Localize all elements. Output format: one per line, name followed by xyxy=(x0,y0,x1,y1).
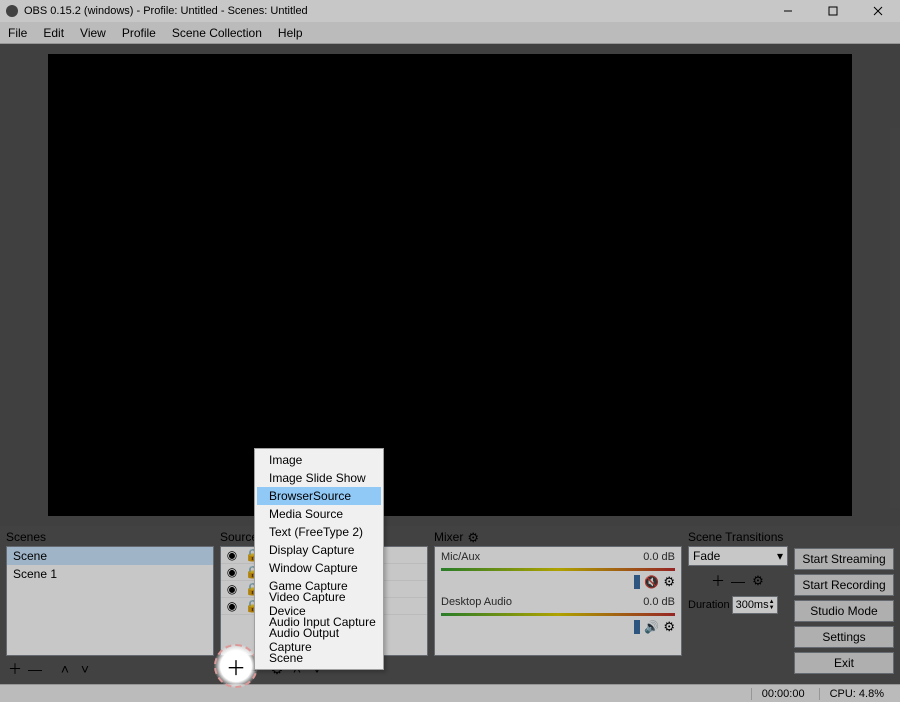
scene-row[interactable]: Scene xyxy=(7,547,213,565)
spin-down-icon[interactable]: ▼ xyxy=(769,605,775,611)
menu-file[interactable]: File xyxy=(0,22,35,44)
duration-field[interactable]: 300ms ▲ ▼ xyxy=(732,596,778,614)
visibility-icon[interactable]: ◉ xyxy=(225,599,239,613)
menu-profile[interactable]: Profile xyxy=(114,22,164,44)
transition-select[interactable]: Fade ▾ xyxy=(688,546,788,566)
mixer-label: Mixer xyxy=(434,530,463,546)
preview-canvas[interactable] xyxy=(48,54,852,516)
volume-slider[interactable] xyxy=(634,575,640,589)
volume-meter xyxy=(441,613,675,616)
status-cpu: CPU: 4.8% xyxy=(819,688,894,700)
mixer-panel: Mixer ⚙ Mic/Aux 0.0 dB 🔇 ⚙ Desktop Audio xyxy=(434,530,682,678)
status-time: 00:00:00 xyxy=(751,688,815,700)
remove-transition-button[interactable]: — xyxy=(729,572,747,590)
menu-view[interactable]: View xyxy=(72,22,114,44)
mixer-item-db: 0.0 dB xyxy=(643,551,675,563)
mixer-item-name: Desktop Audio xyxy=(441,596,512,608)
move-scene-up-button[interactable]: ˄ xyxy=(56,660,74,678)
window-title: OBS 0.15.2 (windows) - Profile: Untitled… xyxy=(24,5,308,17)
mixer-item-settings-icon[interactable]: ⚙ xyxy=(663,574,675,590)
studio-mode-button[interactable]: Studio Mode xyxy=(794,600,894,622)
duration-value: 300ms xyxy=(736,599,769,611)
dropdown-icon: ▾ xyxy=(777,549,783,563)
maximize-button[interactable] xyxy=(810,0,855,22)
menu-help[interactable]: Help xyxy=(270,22,311,44)
mixer-list: Mic/Aux 0.0 dB 🔇 ⚙ Desktop Audio 0.0 dB xyxy=(434,546,682,656)
transitions-label: Scene Transitions xyxy=(688,530,788,546)
titlebar: OBS 0.15.2 (windows) - Profile: Untitled… xyxy=(0,0,900,22)
menu-edit[interactable]: Edit xyxy=(35,22,72,44)
preview-background xyxy=(0,44,900,526)
settings-button[interactable]: Settings xyxy=(794,626,894,648)
control-buttons: Start Streaming Start Recording Studio M… xyxy=(794,530,894,678)
popup-item-text-freetype[interactable]: Text (FreeType 2) xyxy=(257,523,381,541)
mute-icon[interactable]: 🔇 xyxy=(644,575,659,589)
mixer-item-db: 0.0 dB xyxy=(643,596,675,608)
visibility-icon[interactable]: ◉ xyxy=(225,548,239,562)
mixer-item-mic: Mic/Aux 0.0 dB 🔇 ⚙ xyxy=(441,551,675,590)
tutorial-highlight: ＋ xyxy=(214,644,258,688)
visibility-icon[interactable]: ◉ xyxy=(225,582,239,596)
start-recording-button[interactable]: Start Recording xyxy=(794,574,894,596)
mixer-item-name: Mic/Aux xyxy=(441,551,480,563)
visibility-icon[interactable]: ◉ xyxy=(225,565,239,579)
mixer-item-desktop: Desktop Audio 0.0 dB 🔊 ⚙ xyxy=(441,596,675,635)
popup-item-browsersource[interactable]: BrowserSource xyxy=(257,487,381,505)
transitions-panel: Scene Transitions Fade ▾ ＋ — ⚙ Duration … xyxy=(688,530,788,678)
move-scene-down-button[interactable]: ˅ xyxy=(76,660,94,678)
transition-settings-button[interactable]: ⚙ xyxy=(749,572,767,590)
duration-label: Duration xyxy=(688,599,730,611)
plus-icon[interactable]: ＋ xyxy=(226,652,246,681)
volume-slider[interactable] xyxy=(634,620,640,634)
menu-scene-collection[interactable]: Scene Collection xyxy=(164,22,270,44)
mixer-settings-icon[interactable]: ⚙ xyxy=(467,530,479,546)
scenes-panel: Scenes Scene Scene 1 ＋ — ˄ ˅ xyxy=(6,530,214,678)
add-source-popup[interactable]: Image Image Slide Show BrowserSource Med… xyxy=(254,448,384,670)
volume-meter xyxy=(441,568,675,571)
popup-item-media-source[interactable]: Media Source xyxy=(257,505,381,523)
scene-row[interactable]: Scene 1 xyxy=(7,565,213,583)
status-bar: 00:00:00 CPU: 4.8% xyxy=(0,684,900,702)
app-icon xyxy=(6,5,18,17)
minimize-button[interactable] xyxy=(765,0,810,22)
transition-select-value: Fade xyxy=(693,549,720,563)
add-transition-button[interactable]: ＋ xyxy=(709,572,727,590)
scenes-list[interactable]: Scene Scene 1 xyxy=(6,546,214,656)
scenes-label: Scenes xyxy=(6,530,214,546)
popup-item-display-capture[interactable]: Display Capture xyxy=(257,541,381,559)
menubar: File Edit View Profile Scene Collection … xyxy=(0,22,900,44)
close-button[interactable] xyxy=(855,0,900,22)
exit-button[interactable]: Exit xyxy=(794,652,894,674)
popup-item-image-slide-show[interactable]: Image Slide Show xyxy=(257,469,381,487)
remove-scene-button[interactable]: — xyxy=(26,660,44,678)
add-scene-button[interactable]: ＋ xyxy=(6,660,24,678)
speaker-icon[interactable]: 🔊 xyxy=(644,620,659,634)
popup-item-window-capture[interactable]: Window Capture xyxy=(257,559,381,577)
scenes-toolbar: ＋ — ˄ ˅ xyxy=(6,660,214,678)
popup-item-audio-output-capture[interactable]: Audio Output Capture xyxy=(257,631,381,649)
popup-item-video-capture-device[interactable]: Video Capture Device xyxy=(257,595,381,613)
start-streaming-button[interactable]: Start Streaming xyxy=(794,548,894,570)
popup-item-image[interactable]: Image xyxy=(257,451,381,469)
mixer-item-settings-icon[interactable]: ⚙ xyxy=(663,619,675,635)
